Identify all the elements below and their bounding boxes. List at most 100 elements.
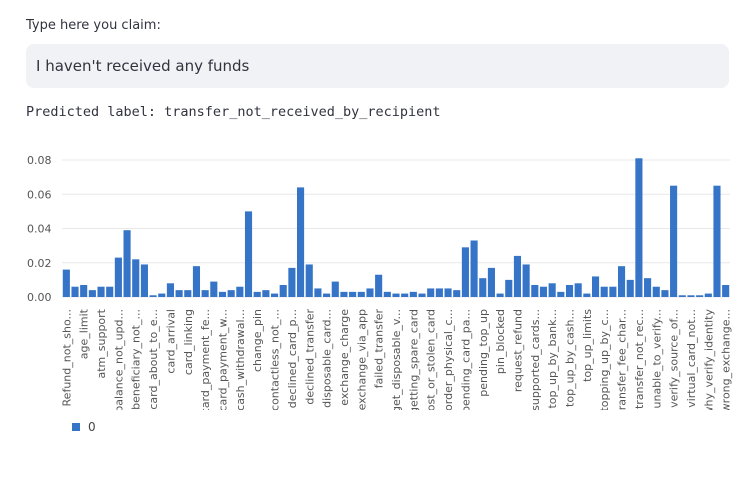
bar [548,283,556,297]
x-tick-label: pending_card_pa... [459,309,472,410]
bar [305,264,313,297]
bar [418,293,426,297]
bar [253,291,261,297]
bar [600,286,608,297]
x-tick-label: lost_or_stolen_card [425,309,438,410]
bar [192,266,201,297]
bar [687,295,695,297]
bar [557,291,565,297]
x-tick-label: top_up_limits [581,309,594,382]
bar [270,293,279,297]
bar [722,285,730,297]
x-tick-label: pin_blocked [494,309,507,374]
x-tick-label: supported_cards... [529,309,542,410]
bar [609,286,617,297]
bar [244,211,253,298]
bar [314,288,322,297]
x-tick-label: virtual_card_not... [685,309,698,408]
bar [97,286,105,297]
legend-label: 0 [88,420,96,434]
bar [479,278,487,297]
x-tick-label: unable_to_verify... [650,309,663,409]
bar [279,285,287,297]
bar [496,293,504,297]
bar [383,291,391,297]
bar [401,293,409,297]
bar [661,290,669,297]
bar [62,269,70,297]
chart-legend: 0 [72,420,96,434]
x-tick-label: wrong_exchange... [720,309,733,410]
bar [487,267,495,297]
bar [513,255,522,297]
bar [218,291,227,297]
x-tick-label: card_arrival [164,309,177,374]
bar [678,295,686,297]
bar [444,288,452,297]
bar [470,240,478,297]
bar [583,293,591,297]
bar [175,290,183,297]
bar [427,288,435,297]
bar [88,290,96,297]
x-tick-label: exchange_via_app [355,309,368,410]
bar [522,264,530,297]
x-tick-label: disposable_card... [321,309,334,408]
x-tick-label: why_verify_identity [702,309,715,410]
bar [71,286,79,297]
x-axis-ticks: Refund_not_sho... age_limit atm_support bal… [60,308,732,410]
bar [227,290,235,297]
bar [357,291,365,297]
bar [531,285,539,297]
bar [201,290,209,297]
x-tick-label: card_payment_w... [216,309,229,410]
intent-probability-bar-chart: 0.00 0.02 0.04 0.06 0.08 Refund_not_sho... ag… [27,154,733,410]
claim-label: Type here you claim: [26,18,161,33]
x-tick-label: change_pin [251,309,264,372]
bar [453,290,461,297]
x-tick-label: atm_support [95,308,108,378]
legend-swatch [72,423,80,431]
x-tick-label: failed_transfer [373,309,386,389]
bar [626,279,634,298]
bar [288,267,296,297]
x-tick-label: card_about_to_e... [147,309,160,410]
x-tick-label: pending_top_up [477,309,490,397]
bar [409,291,417,297]
bar [435,288,443,297]
bar [461,247,469,297]
y-tick-label: 0.04 [27,223,52,236]
bar [166,283,174,297]
bar [123,230,131,297]
bar [618,266,626,297]
bar [323,293,331,297]
y-tick-label: 0.02 [27,257,52,270]
x-tick-label: request_refund [511,309,524,392]
bar [158,293,166,297]
x-tick-label: contactless_not_... [269,309,282,410]
bar [106,286,114,297]
x-tick-label: beneficiary_not_... [130,309,143,410]
x-tick-label: declined_card_p... [286,309,299,408]
bar [375,274,383,297]
bar [574,283,582,297]
x-tick-label: cash_withdrawal... [234,309,247,410]
x-tick-label: age_limit [78,308,91,359]
bar [392,293,400,297]
x-tick-label: order_physical_c... [442,309,455,410]
claim-input[interactable] [26,44,729,88]
bar [114,257,122,297]
bar [236,286,244,297]
x-tick-label: top_up_by_bank... [546,309,559,409]
bar [149,295,157,297]
bar [696,295,704,297]
bar [80,285,88,297]
bar [591,276,600,297]
chart-grid [62,159,730,298]
y-axis-ticks: 0.00 0.02 0.04 0.06 0.08 [27,154,52,304]
bar [704,293,712,297]
x-tick-label: topping_up_by_c... [598,309,611,410]
x-tick-label: Refund_not_sho... [60,309,73,406]
x-tick-label: verify_source_of... [668,309,681,408]
bar [331,281,339,297]
